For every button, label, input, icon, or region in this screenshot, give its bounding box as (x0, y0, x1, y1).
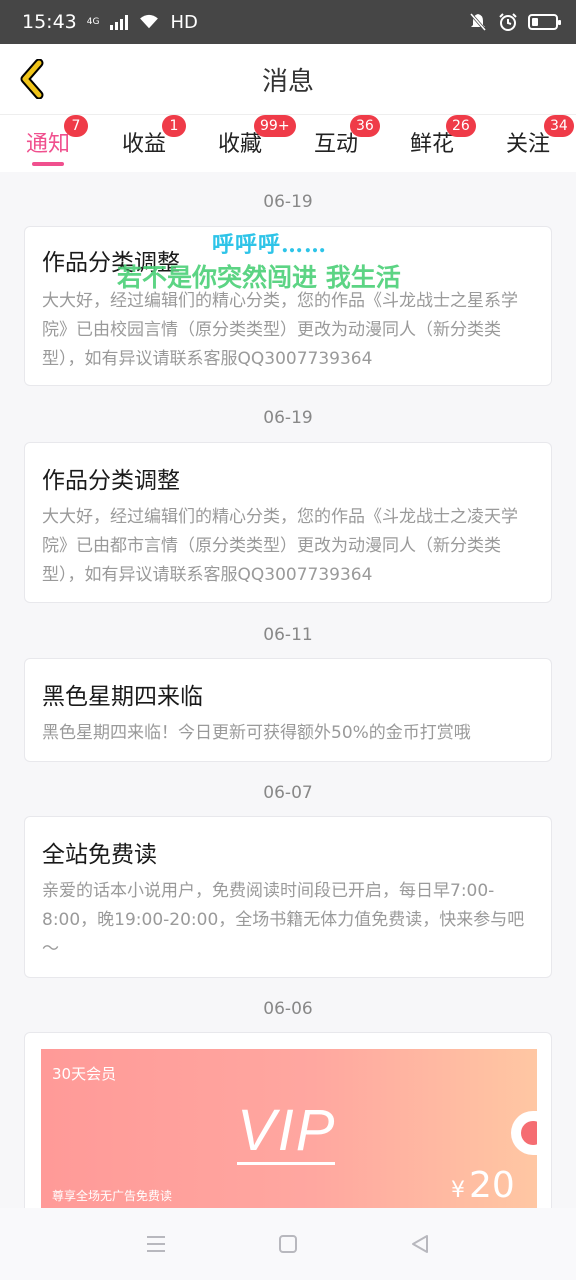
signal-icon (110, 14, 129, 30)
vip-price: ¥ 20 (451, 1165, 515, 1206)
message-card[interactable]: 全站免费读 亲爱的话本小说用户，免费阅读时间段已开启，每日早7:00-8:00，… (24, 816, 552, 978)
overlay-text-line1: 呼呼呼…… (212, 232, 328, 258)
vip-message-card[interactable]: 30天会员 VIP 尊享全场无广告免费读 ¥ 20 (24, 1032, 552, 1208)
tab-badge: 1 (162, 115, 186, 137)
tab-flowers[interactable]: 鲜花 26 (384, 115, 480, 173)
message-date: 06-06 (263, 999, 313, 1019)
vip-banner[interactable]: 30天会员 VIP 尊享全场无广告免费读 ¥ 20 (41, 1049, 537, 1208)
message-body: 大大好，经过编辑们的精心分类，您的作品《斗龙战士之星系学院》已由校园言情（原分类… (42, 291, 518, 369)
toggle-knob (521, 1121, 537, 1145)
message-body: 亲爱的话本小说用户，免费阅读时间段已开启，每日早7:00-8:00，晚19:00… (42, 881, 525, 959)
network-type: 4G (86, 16, 100, 27)
message-body: 大大好，经过编辑们的精心分类，您的作品《斗龙战士之凌天学院》已由都市言情（原分类… (42, 507, 518, 585)
message-card[interactable]: 作品分类调整 大大好，经过编辑们的精心分类，您的作品《斗龙战士之凌天学院》已由都… (24, 442, 552, 603)
active-tab-indicator (32, 162, 64, 166)
tab-badge: 7 (64, 115, 88, 137)
status-time: 15:43 (22, 11, 77, 33)
vip-duration: 30天会员 (52, 1065, 117, 1083)
vip-amount: 20 (469, 1165, 515, 1206)
back-arrow-icon (20, 59, 44, 99)
tab-favorites[interactable]: 收藏 99+ (192, 115, 296, 173)
message-title: 黑色星期四来临 (42, 684, 203, 710)
title-bar: 消息 (0, 44, 576, 114)
menu-button[interactable] (134, 1222, 178, 1266)
message-title: 作品分类调整 (42, 468, 180, 494)
tab-follows[interactable]: 关注 34 (480, 115, 576, 173)
status-bar: 15:43 4G HD (0, 0, 576, 44)
system-nav-bar (0, 1208, 576, 1280)
home-icon (279, 1235, 297, 1253)
vip-toggle[interactable] (511, 1111, 537, 1155)
back-button[interactable] (10, 56, 56, 102)
page-title: 消息 (261, 66, 314, 97)
message-date: 06-07 (263, 783, 313, 803)
wifi-icon (140, 14, 159, 29)
battery-icon (528, 14, 561, 30)
message-date: 06-11 (263, 625, 313, 645)
vip-currency: ¥ (451, 1178, 465, 1203)
tab-notifications[interactable]: 通知 7 (0, 115, 96, 173)
tab-badge: 34 (544, 115, 574, 137)
tab-earnings[interactable]: 收益 1 (96, 115, 192, 173)
menu-icon (147, 1236, 165, 1252)
vip-underline (237, 1162, 335, 1165)
message-date: 06-19 (263, 408, 313, 428)
message-date: 06-19 (263, 192, 313, 212)
alarm-icon (499, 13, 517, 31)
vip-label: VIP (237, 1098, 337, 1163)
message-title: 全站免费读 (42, 842, 157, 868)
message-list[interactable]: 06-19 作品分类调整 大大好，经过编辑们的精心分类，您的作品《斗龙战士之星系… (0, 172, 576, 1208)
home-button[interactable] (266, 1222, 310, 1266)
triangle-back-icon (412, 1235, 428, 1253)
message-card[interactable]: 黑色星期四来临 黑色星期四来临！今日更新可获得额外50%的金币打赏哦 (24, 658, 552, 762)
mute-icon (469, 13, 487, 31)
tab-badge: 36 (350, 115, 380, 137)
overlay-text-line2: 若不是你突然闯进 我生活 (117, 263, 401, 292)
tab-badge: 26 (446, 115, 476, 137)
vip-description: 尊享全场无广告免费读 (52, 1189, 173, 1203)
message-body: 黑色星期四来临！今日更新可获得额外50%的金币打赏哦 (42, 723, 471, 743)
hd-indicator: HD (170, 11, 198, 33)
back-nav-button[interactable] (398, 1222, 442, 1266)
tab-bar: 通知 7 收益 1 收藏 99+ 互动 36 鲜花 26 关注 34 (0, 114, 576, 172)
tab-interactions[interactable]: 互动 36 (288, 115, 384, 173)
